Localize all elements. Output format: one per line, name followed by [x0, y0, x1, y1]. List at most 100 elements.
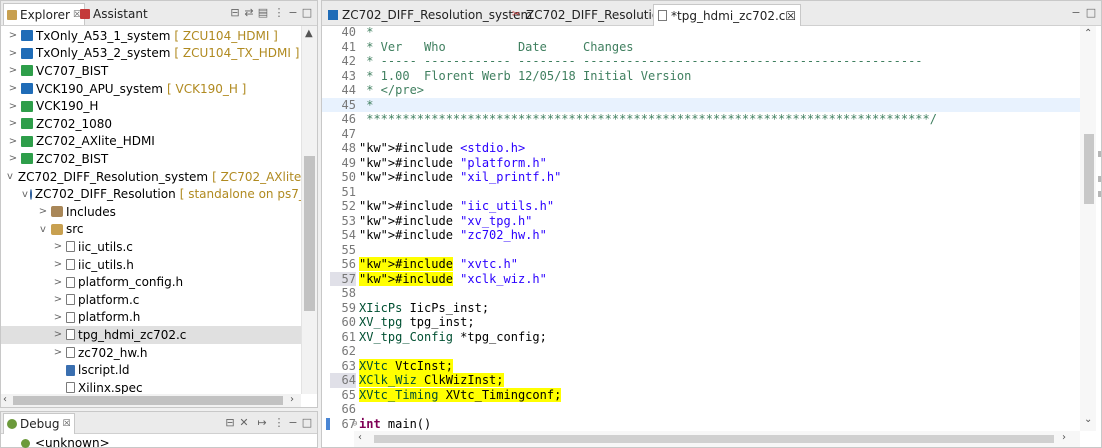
tree-item[interactable]: v ZC702_DIFF_Resolution_system[ ZC702_AXl…: [1, 168, 301, 186]
close-icon[interactable]: ☒: [785, 9, 796, 23]
collapse-all-icon[interactable]: ⊟: [228, 5, 242, 19]
editor-vertical-scrollbar[interactable]: ⌃ ⌄: [1080, 26, 1096, 431]
scroll-left-icon[interactable]: ‹: [358, 432, 362, 443]
chevron-down-icon[interactable]: v: [37, 224, 49, 235]
explorer-vertical-scrollbar[interactable]: ▲: [301, 26, 317, 394]
explorer-horizontal-scrollbar[interactable]: ‹ ›: [1, 394, 301, 407]
scroll-right-icon[interactable]: ›: [1062, 432, 1066, 443]
chevron-down-icon[interactable]: v: [22, 189, 28, 200]
overview-marker[interactable]: [1098, 191, 1101, 197]
view-menu-icon[interactable]: ⋮: [272, 415, 286, 429]
close-icon[interactable]: ☒: [62, 419, 70, 429]
code-line[interactable]: 67 ⊖ int main(): [322, 417, 1082, 432]
code-line[interactable]: 58: [322, 286, 1082, 301]
tree-item[interactable]: > VCK190_APU_system[ VCK190_H ]: [1, 80, 301, 98]
scroll-thumb[interactable]: [13, 396, 283, 405]
code-line[interactable]: 63 XVtc VtcInst;: [322, 358, 1082, 374]
tree-item[interactable]: > zc702_hw.h: [1, 344, 301, 362]
code-line[interactable]: 53 "kw">#include "xv_tpg.h": [322, 214, 1082, 229]
step-icon[interactable]: ↦: [255, 415, 269, 429]
tab-assistant[interactable]: Assistant: [77, 3, 151, 25]
maximize-icon[interactable]: □: [300, 415, 314, 429]
view-menu-icon[interactable]: ⋮: [272, 5, 286, 19]
code-line[interactable]: 66: [322, 402, 1082, 417]
scroll-left-icon[interactable]: ‹: [3, 394, 7, 405]
overview-marker[interactable]: [1098, 151, 1101, 157]
code-line[interactable]: 41 * Ver Who Date Changes: [322, 40, 1082, 55]
chevron-right-icon[interactable]: >: [7, 118, 19, 129]
code-area[interactable]: 40 * 41 * Ver Who Date Changes 42 * ----- …: [322, 26, 1082, 431]
chevron-down-icon[interactable]: v: [7, 171, 13, 182]
tree-item[interactable]: > ZC702_AXlite_HDMI: [1, 133, 301, 151]
chevron-right-icon[interactable]: >: [7, 30, 19, 41]
chevron-right-icon[interactable]: >: [52, 347, 64, 358]
scroll-down-icon[interactable]: ⌄: [1084, 414, 1092, 425]
chevron-right-icon[interactable]: >: [7, 136, 19, 147]
chevron-right-icon[interactable]: >: [52, 241, 64, 252]
scroll-up-icon[interactable]: ▲: [305, 28, 313, 39]
tree-item[interactable]: lscript.ld: [1, 361, 301, 379]
code-line[interactable]: 59 XIicPs IicPs_inst;: [322, 301, 1082, 316]
scroll-thumb[interactable]: [304, 156, 315, 311]
tree-item[interactable]: > ZC702_BIST: [1, 150, 301, 168]
code-line[interactable]: 56 "kw">#include "xvtc.h": [322, 257, 1082, 272]
chevron-right-icon[interactable]: >: [7, 101, 19, 112]
tree-item[interactable]: > tpg_hdmi_zc702.c: [1, 326, 301, 344]
tree-item[interactable]: > platform.h: [1, 309, 301, 327]
code-line[interactable]: 42 * ----- ------------ -------- -------…: [322, 54, 1082, 69]
scroll-thumb[interactable]: [374, 435, 1054, 443]
tree-item[interactable]: > platform_config.h: [1, 273, 301, 291]
code-line[interactable]: 46 *************************************…: [322, 112, 1082, 127]
tab-system-project[interactable]: ZC702_DIFF_Resolution_system: [324, 4, 536, 26]
code-line[interactable]: 50 "kw">#include "xil_printf.h": [322, 170, 1082, 185]
remove-all-icon[interactable]: ✕: [237, 415, 251, 429]
scroll-up-icon[interactable]: ⌃: [1084, 28, 1092, 39]
collapse-all-icon[interactable]: ⊟: [223, 415, 237, 429]
code-line[interactable]: 65 XVtc_Timing XVtc_Timingconf;: [322, 387, 1082, 403]
tree-item[interactable]: > VC707_BIST: [1, 62, 301, 80]
tab-source-file[interactable]: *tpg_hdmi_zc702.c ☒: [653, 4, 802, 26]
minimize-icon[interactable]: −: [286, 5, 300, 19]
chevron-right-icon[interactable]: >: [52, 312, 64, 323]
tree-item[interactable]: Xilinx.spec: [1, 379, 301, 394]
code-line[interactable]: 40 *: [322, 26, 1082, 40]
tree-item[interactable]: > iic_utils.h: [1, 256, 301, 274]
minimize-icon[interactable]: −: [286, 415, 300, 429]
code-line[interactable]: 62: [322, 344, 1082, 359]
chevron-right-icon[interactable]: >: [7, 48, 19, 59]
tree-item[interactable]: > iic_utils.c: [1, 238, 301, 256]
fold-icon[interactable]: ⊖: [352, 417, 357, 432]
code-line[interactable]: 54 "kw">#include "zc702_hw.h": [322, 228, 1082, 243]
tree-item[interactable]: > platform.c: [1, 291, 301, 309]
code-line[interactable]: 44 * </pre>: [322, 83, 1082, 98]
editor-horizontal-scrollbar[interactable]: ‹ ›: [354, 431, 1080, 447]
tab-debug[interactable]: Debug ☒: [3, 413, 75, 434]
chevron-right-icon[interactable]: >: [37, 206, 49, 217]
tree-item[interactable]: > Includes: [1, 203, 301, 221]
chevron-right-icon[interactable]: >: [7, 83, 19, 94]
scroll-right-icon[interactable]: ›: [290, 394, 294, 405]
code-line[interactable]: 55: [322, 243, 1082, 258]
code-line[interactable]: 60 XV_tpg tpg_inst;: [322, 315, 1082, 330]
code-line[interactable]: 43 * 1.00 Florent Werb 12/05/18 Initial …: [322, 69, 1082, 84]
maximize-icon[interactable]: □: [1084, 5, 1098, 19]
link-editor-icon[interactable]: ⇄: [242, 5, 256, 19]
code-line[interactable]: 48 "kw">#include <stdio.h>: [322, 141, 1082, 156]
tree-item[interactable]: v ZC702_DIFF_Resolution[ standalone on ps…: [1, 185, 301, 203]
code-line[interactable]: 51: [322, 185, 1082, 200]
chevron-right-icon[interactable]: >: [52, 277, 64, 288]
code-line[interactable]: 47: [322, 127, 1082, 142]
tree-item[interactable]: > TxOnly_A53_1_system[ ZCU104_HDMI ]: [1, 27, 301, 45]
code-line[interactable]: 57 "kw">#include "xclk_wiz.h": [322, 271, 1082, 286]
overview-marker[interactable]: [1098, 176, 1101, 182]
code-line[interactable]: 52 "kw">#include "iic_utils.h": [322, 199, 1082, 214]
code-line[interactable]: 64 XClk_Wiz ClkWizInst;: [322, 373, 1082, 388]
filter-icon[interactable]: ▤: [256, 5, 270, 19]
tree-item[interactable]: v src: [1, 221, 301, 239]
code-line[interactable]: 45 *: [322, 97, 1082, 112]
code-line[interactable]: 49 "kw">#include "platform.h": [322, 156, 1082, 171]
chevron-right-icon[interactable]: >: [52, 259, 64, 270]
tree-item[interactable]: > VCK190_H: [1, 97, 301, 115]
tab-app-project[interactable]: ✂ ZC702_DIFF_Resolution: [508, 4, 671, 26]
minimize-icon[interactable]: −: [1069, 5, 1083, 19]
